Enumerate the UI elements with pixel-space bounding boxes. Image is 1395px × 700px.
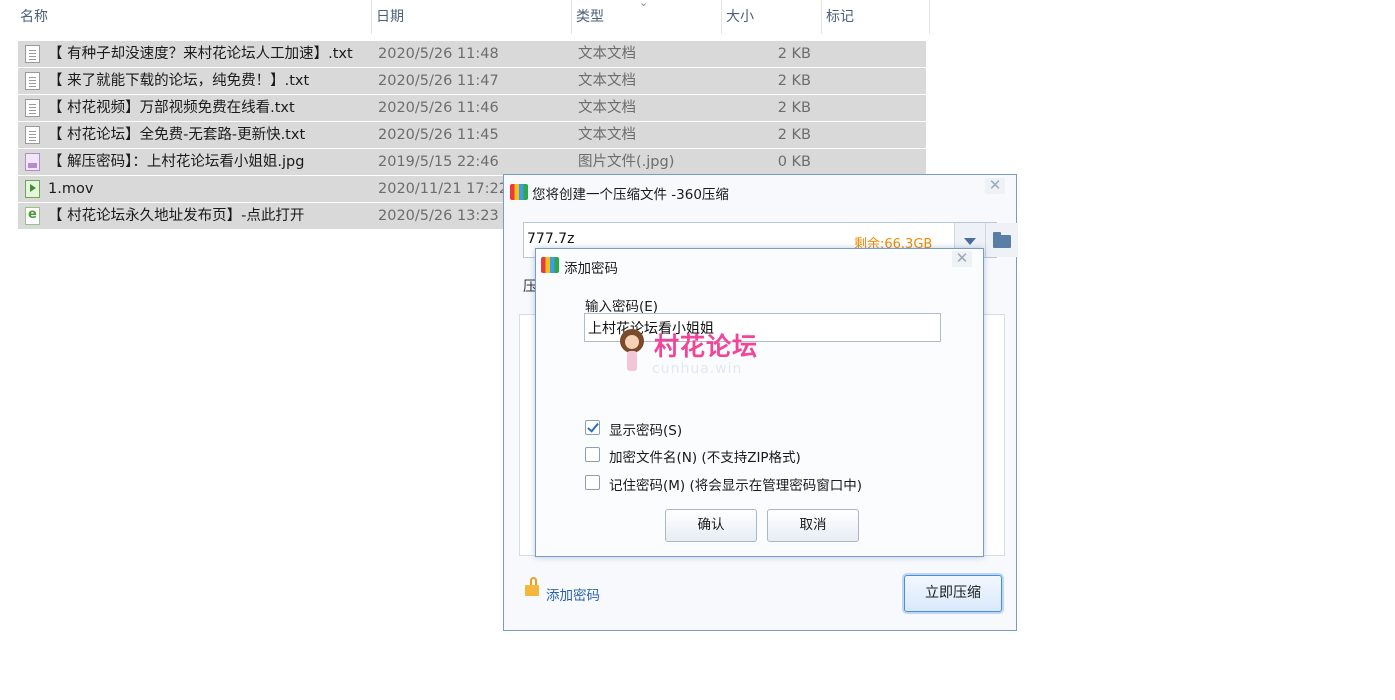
cartoon-girl-body — [627, 351, 637, 371]
file-name: 【 村花论坛】全免费-无套路-更新快.txt — [48, 127, 306, 143]
file-name: 【 村花视频】万部视频免费在线看.txt — [48, 100, 295, 116]
file-row[interactable]: 【 有种子却没速度？来村花论坛人工加速】.txt 2020/5/26 11:48… — [18, 41, 926, 67]
file-row[interactable]: 【 村花视频】万部视频免费在线看.txt 2020/5/26 11:46 文本文… — [18, 95, 926, 121]
file-type: 图片文件(.jpg) — [578, 154, 675, 170]
file-date: 2020/5/26 11:46 — [378, 100, 499, 116]
file-date: 2020/5/26 13:23 — [378, 208, 499, 224]
encrypt-filenames-label: 加密文件名(N) (不支持ZIP格式) — [609, 450, 801, 466]
column-header-tags[interactable]: 标记 — [822, 0, 930, 34]
video-file-icon — [25, 180, 40, 198]
forum-watermark: 村花论坛 cunhua.win — [620, 329, 820, 381]
file-date: 2020/5/26 11:48 — [378, 46, 499, 62]
image-file-icon — [25, 153, 40, 171]
file-date: 2020/5/26 11:47 — [378, 73, 499, 89]
text-file-icon — [25, 45, 40, 63]
show-password-label: 显示密码(S) — [609, 423, 683, 439]
file-type: 文本文档 — [578, 73, 636, 89]
file-date: 2020/5/26 11:45 — [378, 127, 499, 143]
file-name: 1.mov — [48, 181, 94, 197]
cancel-button[interactable]: 取消 — [767, 509, 859, 542]
360-logo-icon — [541, 257, 559, 273]
file-size: 2 KB — [777, 100, 811, 116]
file-date: 2019/5/15 22:46 — [378, 154, 499, 170]
close-icon[interactable]: ✕ — [952, 251, 972, 267]
close-icon[interactable]: ✕ — [985, 178, 1005, 194]
column-header-name[interactable]: 名称 — [16, 0, 372, 34]
text-file-icon — [25, 72, 40, 90]
checkbox-unchecked-icon — [585, 447, 600, 462]
column-header-size[interactable]: 大小 — [722, 0, 822, 34]
remember-password-label: 记住密码(M) (将会显示在管理密码窗口中) — [609, 478, 863, 494]
file-size: 2 KB — [777, 46, 811, 62]
add-password-label: 添加密码 — [546, 588, 600, 604]
sort-chevron-icon: ⌄ — [639, 0, 649, 9]
compress-dialog-title: 您将创建一个压缩文件 -360压缩 — [532, 187, 729, 203]
text-file-icon — [25, 99, 40, 117]
cartoon-girl-icon — [620, 329, 644, 353]
file-type: 文本文档 — [578, 100, 636, 116]
file-size: 0 KB — [777, 154, 811, 170]
password-dialog: 添加密码 ✕ 输入密码(E) 村花论坛 cunhua.win 显示密码(S) 加… — [535, 248, 984, 557]
text-file-icon — [25, 126, 40, 144]
watermark-title: 村花论坛 — [654, 332, 759, 361]
file-row[interactable]: 【 解压密码】：上村花论坛看小姐姐.jpg 2019/5/15 22:46 图片… — [18, 149, 926, 175]
file-date: 2020/11/21 17:22 — [378, 181, 508, 197]
360-logo-icon — [510, 184, 528, 200]
password-input-label: 输入密码(E) — [585, 299, 659, 315]
url-file-icon — [25, 207, 40, 225]
file-name: 【 来了就能下载的论坛，纯免费！】.txt — [48, 73, 310, 89]
file-name: 【 解压密码】：上村花论坛看小姐姐.jpg — [48, 154, 305, 170]
file-row[interactable]: 【 来了就能下载的论坛，纯免费！】.txt 2020/5/26 11:47 文本… — [18, 68, 926, 94]
password-dialog-title: 添加密码 — [564, 261, 618, 277]
file-row[interactable]: 【 村花论坛】全免费-无套路-更新快.txt 2020/5/26 11:45 文… — [18, 122, 926, 148]
file-name: 【 有种子却没速度？来村花论坛人工加速】.txt — [48, 46, 353, 62]
file-size: 2 KB — [777, 73, 811, 89]
file-size: 2 KB — [777, 127, 811, 143]
unlock-icon — [525, 577, 539, 596]
column-header-bar: 名称 日期 类型 ⌄ 大小 标记 — [0, 0, 930, 36]
ok-button[interactable]: 确认 — [665, 509, 757, 542]
checkbox-checked-icon — [585, 420, 600, 435]
file-type: 文本文档 — [578, 46, 636, 62]
archive-path-input[interactable] — [527, 231, 847, 247]
folder-browse-icon[interactable] — [985, 223, 1018, 257]
file-name: 【 村花论坛永久地址发布页】-点此打开 — [48, 208, 305, 224]
compress-now-button[interactable]: 立即压缩 — [904, 575, 1002, 612]
checkbox-unchecked-icon — [585, 475, 600, 490]
file-type: 文本文档 — [578, 127, 636, 143]
watermark-domain: cunhua.win — [652, 361, 743, 377]
column-header-date[interactable]: 日期 — [372, 0, 572, 34]
